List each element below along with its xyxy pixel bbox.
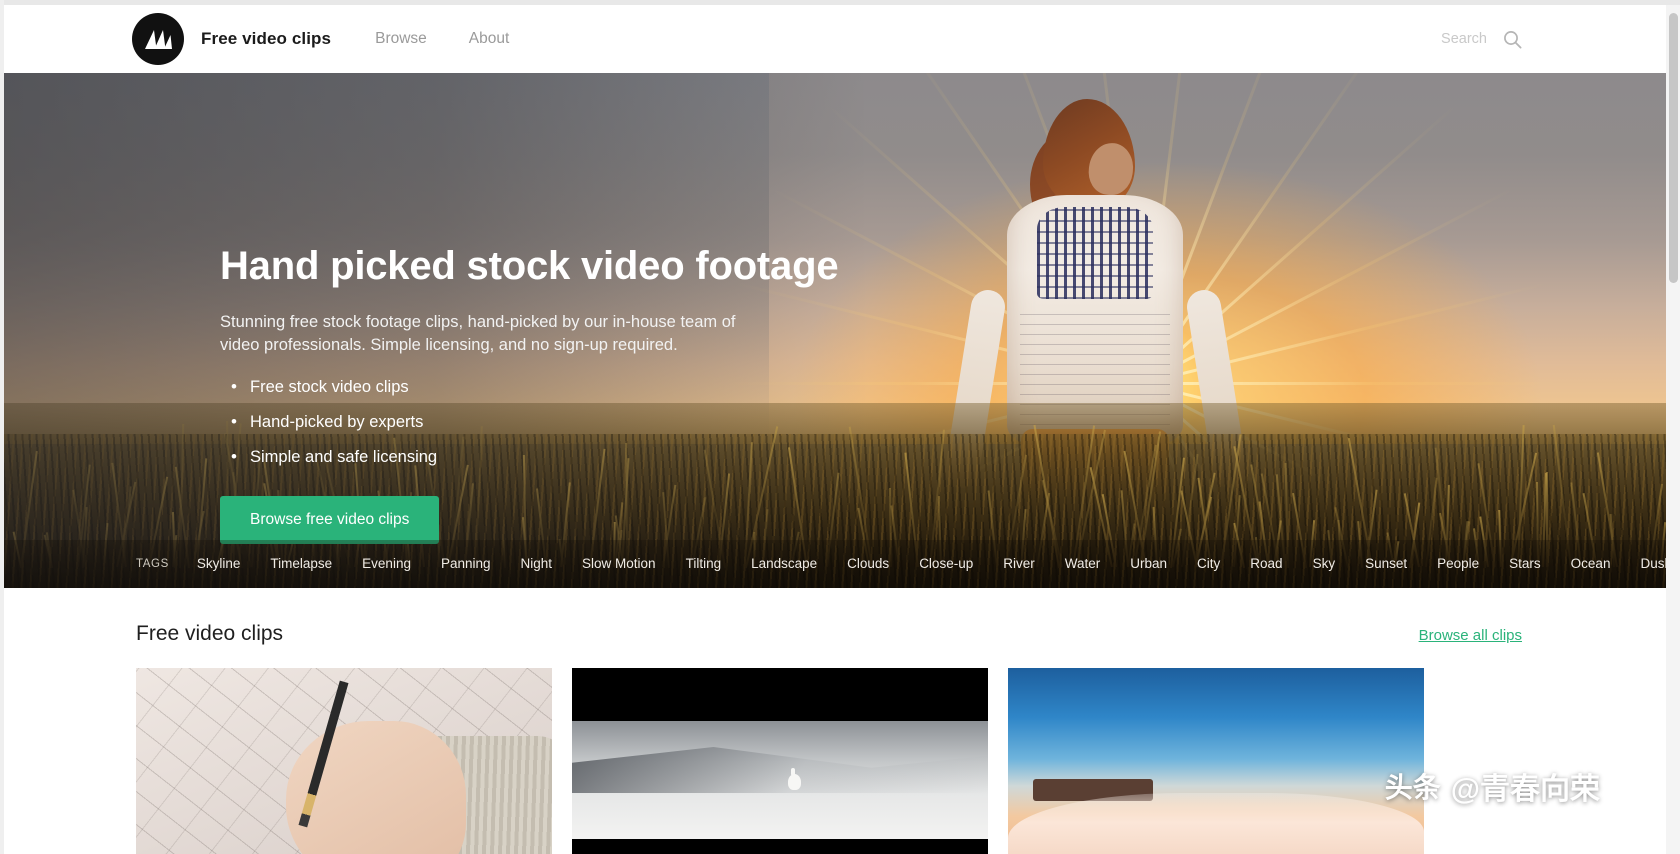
- tag-item[interactable]: People: [1437, 556, 1479, 571]
- scrollbar-thumb[interactable]: [1669, 13, 1678, 283]
- tag-item[interactable]: Tilting: [686, 556, 722, 571]
- main-nav: Browse About: [375, 30, 509, 48]
- tag-item[interactable]: Close-up: [919, 556, 973, 571]
- tag-item[interactable]: City: [1197, 556, 1220, 571]
- clips-section: Free video clips Browse all clips: [4, 588, 1666, 854]
- clip-card[interactable]: [572, 668, 988, 854]
- hero-banner: Hand picked stock video footage Stunning…: [4, 73, 1666, 588]
- tag-item[interactable]: Sky: [1313, 556, 1336, 571]
- tag-item[interactable]: Clouds: [847, 556, 889, 571]
- tags-list: Skyline Timelapse Evening Panning Night Slow …: [197, 555, 1666, 573]
- clip-card[interactable]: [1008, 668, 1424, 854]
- tag-item[interactable]: Skyline: [197, 556, 241, 571]
- scrollbar-track[interactable]: [1666, 5, 1680, 854]
- header-search-area: Search: [1441, 30, 1666, 49]
- tag-item[interactable]: Landscape: [751, 556, 817, 571]
- hero-content: Hand picked stock video footage Stunning…: [220, 243, 840, 544]
- tag-item[interactable]: Road: [1250, 556, 1282, 571]
- hero-feature-item: Hand-picked by experts: [220, 413, 840, 432]
- tag-item[interactable]: Ocean: [1571, 556, 1611, 571]
- tag-item[interactable]: Slow Motion: [582, 556, 656, 571]
- clip-thumbnail: [572, 668, 988, 854]
- clip-thumbnail: [1008, 668, 1424, 854]
- hero-feature-list: Free stock video clips Hand-picked by ex…: [220, 378, 840, 467]
- watermark: 头条 @青春向荣: [1385, 764, 1600, 808]
- tag-item[interactable]: Panning: [441, 556, 491, 571]
- watermark-handle: @青春向荣: [1451, 764, 1600, 808]
- page-title: Free video clips: [136, 622, 283, 646]
- tags-bar[interactable]: TAGS Skyline Timelapse Evening Panning Night…: [4, 540, 1666, 588]
- watermark-badge: 头条: [1385, 766, 1441, 806]
- browser-viewport: Free video clips Browse About Search Han…: [4, 5, 1666, 854]
- clips-section-header: Free video clips Browse all clips: [4, 622, 1666, 646]
- browse-all-clips-link[interactable]: Browse all clips: [1419, 627, 1522, 644]
- nav-item-about[interactable]: About: [469, 30, 510, 48]
- nav-item-browse[interactable]: Browse: [375, 30, 427, 48]
- tag-item[interactable]: River: [1003, 556, 1035, 571]
- tag-item[interactable]: Urban: [1130, 556, 1167, 571]
- hero-title: Hand picked stock video footage: [220, 243, 840, 289]
- page-root: Free video clips Browse About Search Han…: [0, 0, 1680, 854]
- search-icon[interactable]: [1503, 30, 1522, 49]
- clip-card[interactable]: [136, 668, 552, 854]
- tag-item[interactable]: Dusk: [1640, 556, 1666, 571]
- tag-item[interactable]: Stars: [1509, 556, 1541, 571]
- search-input[interactable]: Search: [1441, 31, 1487, 47]
- tag-item[interactable]: Sunset: [1365, 556, 1407, 571]
- tag-item[interactable]: Night: [521, 556, 553, 571]
- clip-thumbnail: [136, 668, 552, 854]
- browse-free-video-clips-button[interactable]: Browse free video clips: [220, 496, 439, 544]
- site-header: Free video clips Browse About Search: [4, 5, 1666, 73]
- brand-name[interactable]: Free video clips: [201, 29, 331, 49]
- tags-label: TAGS: [136, 558, 169, 570]
- hero-feature-item: Free stock video clips: [220, 378, 840, 397]
- hero-subtitle: Stunning free stock footage clips, hand-…: [220, 311, 765, 358]
- mountain-logo-icon[interactable]: [132, 13, 184, 65]
- clips-grid: [4, 646, 1666, 854]
- tag-item[interactable]: Evening: [362, 556, 411, 571]
- tag-item[interactable]: Water: [1065, 556, 1101, 571]
- hero-feature-item: Simple and safe licensing: [220, 448, 840, 467]
- tag-item[interactable]: Timelapse: [270, 556, 332, 571]
